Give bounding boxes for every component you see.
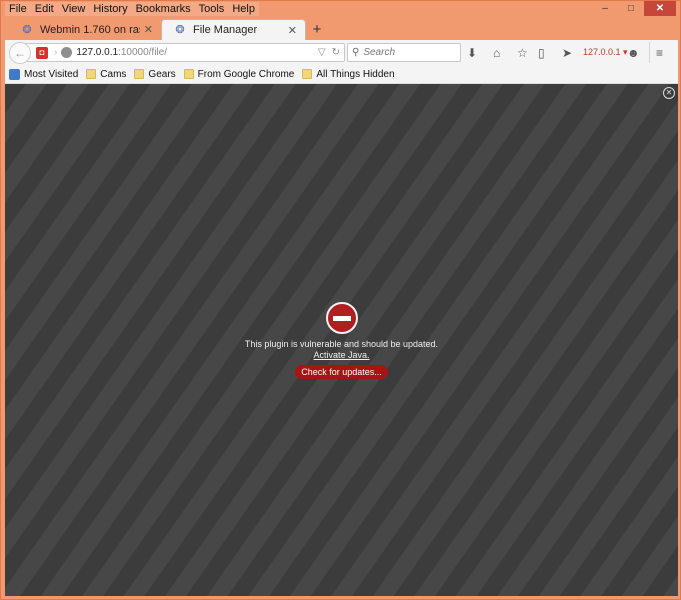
home-button[interactable]: ⌂ [493, 44, 500, 61]
blocked-plugin-area: ✕ This plugin is vulnerable and should b… [5, 84, 678, 596]
search-icon: ⚲ [352, 47, 360, 58]
hamburger-icon: ≡ [656, 45, 664, 60]
chevron-right-icon: › [54, 47, 58, 58]
menu-button[interactable]: ≡ [656, 44, 663, 61]
bookmark-label: Most Visited [24, 68, 79, 80]
check-for-updates-button[interactable]: Check for updates... [295, 365, 388, 379]
menu-tools[interactable]: Tools [194, 2, 229, 16]
menu-edit[interactable]: Edit [30, 2, 58, 16]
activate-java-link[interactable]: Activate Java. [313, 350, 369, 361]
smiley-icon: ☻ [627, 45, 640, 60]
bookmark-label: Gears [148, 68, 176, 80]
send-button[interactable]: ➤ [562, 44, 572, 61]
folder-icon [134, 69, 145, 79]
toolbar-divider [649, 42, 650, 63]
search-bar[interactable]: ⚲ [347, 43, 461, 62]
tab-file-manager[interactable]: ❂ File Manager ✕ [161, 19, 306, 40]
dropdown-arrow-icon[interactable]: ▽ [318, 47, 326, 58]
plugin-message-box: This plugin is vulnerable and should be … [5, 302, 678, 379]
bookmark-from-google-chrome[interactable]: From Google Chrome [183, 68, 295, 80]
url-bar[interactable]: ◘ › 127.0.0.1 :10000/file/ ▽ ↻ [21, 43, 345, 62]
hello-button[interactable]: ☻ [627, 44, 640, 61]
plugin-vulnerable-message: This plugin is vulnerable and should be … [244, 339, 439, 349]
most-visited-icon [9, 68, 20, 80]
paper-plane-icon: ➤ [562, 45, 573, 60]
search-input[interactable] [363, 47, 454, 58]
browser-window: File Edit View History Bookmarks Tools H… [0, 0, 681, 600]
close-plugin-icon[interactable]: ✕ [663, 87, 675, 99]
menu-file[interactable]: File [5, 2, 31, 16]
download-icon: ⬇ [467, 45, 478, 60]
bookmark-most-visited[interactable]: Most Visited [9, 68, 79, 80]
menu-help[interactable]: Help [228, 2, 259, 16]
folder-icon [302, 69, 313, 79]
bookmark-all-things-hidden[interactable]: All Things Hidden [302, 68, 395, 80]
bookmark-label: All Things Hidden [316, 68, 395, 80]
window-controls: – □ ✕ [592, 1, 676, 16]
folder-icon [86, 69, 97, 79]
tab-label: Webmin 1.760 on raspberr... [40, 23, 140, 36]
url-host: 127.0.0.1 [76, 47, 119, 58]
menu-bar: File Edit View History Bookmarks Tools H… [5, 2, 259, 16]
new-tab-button[interactable]: + [306, 19, 328, 40]
minimize-button[interactable]: – [592, 1, 618, 16]
clipboard-icon: ▯ [538, 45, 545, 60]
navigation-toolbar: ◘ › 127.0.0.1 :10000/file/ ▽ ↻ ← ⚲ ⬇ ⌂ ☆… [5, 40, 678, 65]
bookmark-star-button[interactable]: ☆ [517, 44, 528, 61]
tab-label: File Manager [193, 24, 258, 36]
arrow-left-icon: ← [14, 45, 26, 60]
menu-view[interactable]: View [57, 2, 90, 16]
star-icon: ☆ [517, 45, 528, 60]
bookmark-label: Cams [100, 68, 127, 80]
close-window-button[interactable]: ✕ [644, 1, 676, 16]
bookmarks-toolbar: Most Visited Cams Gears From Google Chro… [5, 65, 678, 84]
globe-icon [61, 47, 73, 58]
menu-history[interactable]: History [89, 2, 132, 16]
webmin-favicon-icon: ❂ [22, 23, 32, 36]
bookmark-label: From Google Chrome [197, 68, 295, 80]
webmin-favicon-icon: ❂ [175, 24, 185, 36]
url-path: :10000/file/ [118, 47, 167, 58]
tab-close-icon[interactable]: ✕ [288, 24, 297, 37]
downloads-button[interactable]: ⬇ [467, 44, 477, 61]
blocked-plugin-icon[interactable] [325, 302, 358, 334]
bookmark-gears[interactable]: Gears [134, 68, 176, 80]
site-identity-icon[interactable]: ◘ [36, 46, 48, 59]
tab-webmin[interactable]: ❂ Webmin 1.760 on raspberr... ✕ [9, 19, 161, 40]
home-icon: ⌂ [493, 45, 501, 60]
reload-icon[interactable]: ↻ [332, 47, 340, 58]
pocket-button[interactable]: ▯ [538, 44, 545, 61]
tab-close-icon[interactable]: ✕ [144, 23, 153, 36]
tab-strip: ❂ Webmin 1.760 on raspberr... ✕ ❂ File M… [9, 18, 328, 40]
maximize-button[interactable]: □ [618, 1, 644, 16]
folder-icon [183, 69, 194, 79]
back-button[interactable]: ← [9, 41, 31, 64]
menu-bookmarks[interactable]: Bookmarks [131, 2, 195, 16]
profile-menu[interactable]: 127.0.0.1 ▾ [583, 44, 628, 61]
bookmark-cams[interactable]: Cams [86, 69, 126, 80]
